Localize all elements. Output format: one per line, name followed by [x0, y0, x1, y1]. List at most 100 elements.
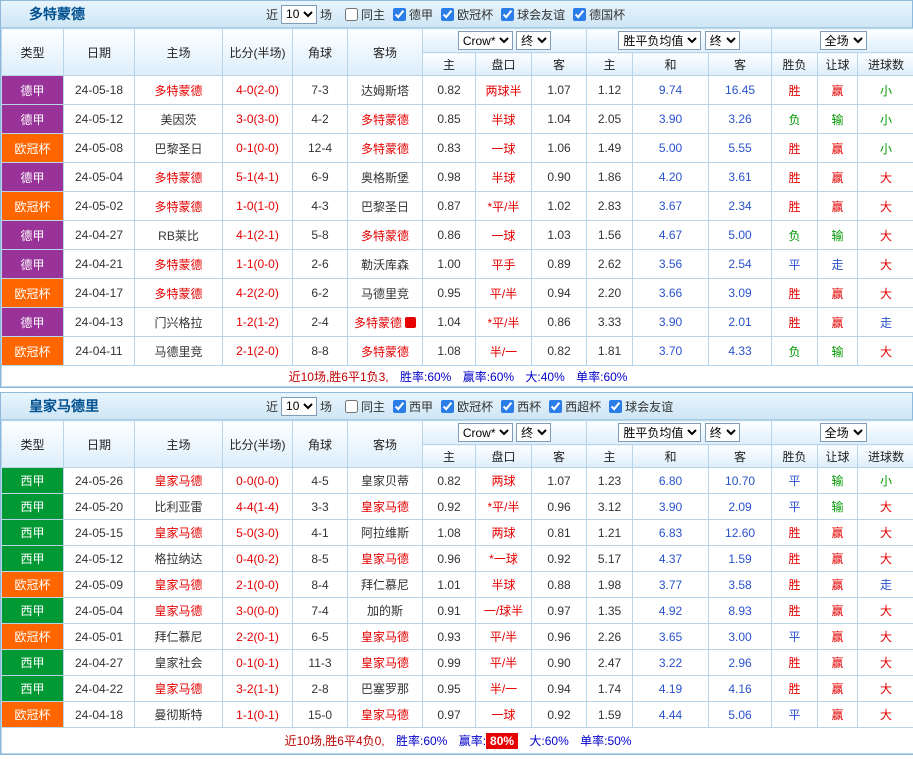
home-team[interactable]: 皇家马德	[135, 572, 223, 598]
match-score[interactable]: 3-0(0-0)	[223, 598, 293, 624]
filter-checkbox[interactable]	[573, 8, 586, 21]
filter-option[interactable]: 同主	[345, 6, 385, 23]
home-team[interactable]: 门兴格拉	[135, 308, 223, 337]
match-score[interactable]: 4-4(1-4)	[223, 494, 293, 520]
home-team[interactable]: 拜仁慕尼	[135, 624, 223, 650]
filter-option[interactable]: 同主	[345, 398, 385, 415]
match-score[interactable]: 2-1(0-0)	[223, 572, 293, 598]
match-score[interactable]: 1-1(0-0)	[223, 250, 293, 279]
home-team[interactable]: 美因茨	[135, 105, 223, 134]
filter-option[interactable]: 欧冠杯	[441, 398, 493, 415]
filter-option[interactable]: 球会友谊	[609, 398, 673, 415]
filter-option[interactable]: 欧冠杯	[441, 6, 493, 23]
filter-option[interactable]: 西超杯	[549, 398, 601, 415]
away-team[interactable]: 多特蒙德	[348, 134, 423, 163]
home-team[interactable]: 皇家马德	[135, 468, 223, 494]
match-score[interactable]: 0-0(0-0)	[223, 468, 293, 494]
away-team[interactable]: 多特蒙德	[348, 221, 423, 250]
home-team[interactable]: 曼彻斯特	[135, 702, 223, 728]
filter-option[interactable]: 德甲	[393, 6, 433, 23]
away-team[interactable]: 巴黎圣日	[348, 192, 423, 221]
home-team[interactable]: RB莱比	[135, 221, 223, 250]
filter-checkbox[interactable]	[609, 400, 622, 413]
filter-checkbox[interactable]	[549, 400, 562, 413]
away-team[interactable]: 拜仁慕尼	[348, 572, 423, 598]
match-score[interactable]: 3-2(1-1)	[223, 676, 293, 702]
match-score[interactable]: 1-2(1-2)	[223, 308, 293, 337]
away-team[interactable]: 多特蒙德	[348, 105, 423, 134]
match-score[interactable]: 3-0(3-0)	[223, 105, 293, 134]
away-team[interactable]: 皇家马德	[348, 494, 423, 520]
match-score[interactable]: 0-1(0-1)	[223, 650, 293, 676]
away-team[interactable]: 皇家贝蒂	[348, 468, 423, 494]
filter-checkbox[interactable]	[441, 400, 454, 413]
away-team[interactable]: 皇家马德	[348, 546, 423, 572]
europe-odds-select[interactable]: 胜平负均值	[618, 423, 701, 442]
period-select[interactable]: 全场	[820, 31, 867, 50]
filter-option[interactable]: 德国杯	[573, 6, 625, 23]
recent-games-select[interactable]: 10	[281, 5, 317, 24]
odds-final-select[interactable]: 终	[516, 31, 551, 50]
away-team[interactable]: 多特蒙德	[348, 337, 423, 366]
filter-checkbox[interactable]	[501, 400, 514, 413]
match-score[interactable]: 4-0(2-0)	[223, 76, 293, 105]
home-team[interactable]: 多特蒙德	[135, 279, 223, 308]
filter-option[interactable]: 西杯	[501, 398, 541, 415]
away-team[interactable]: 皇家马德	[348, 702, 423, 728]
europe-final-select[interactable]: 终	[705, 31, 740, 50]
home-team[interactable]: 多特蒙德	[135, 163, 223, 192]
home-team[interactable]: 皇家马德	[135, 598, 223, 624]
europe-odds-select[interactable]: 胜平负均值	[618, 31, 701, 50]
away-team[interactable]: 阿拉维斯	[348, 520, 423, 546]
europe-home-odds: 2.20	[587, 279, 633, 308]
home-team[interactable]: 皇家马德	[135, 520, 223, 546]
odds-company-select[interactable]: Crow*	[458, 423, 513, 442]
live-icon[interactable]	[405, 317, 416, 328]
filter-checkbox[interactable]	[345, 8, 358, 21]
home-team[interactable]: 皇家社会	[135, 650, 223, 676]
match-score[interactable]: 5-1(4-1)	[223, 163, 293, 192]
match-rows: 德甲24-05-18多特蒙德4-0(2-0)7-3达姆斯塔0.82两球半1.07…	[2, 76, 913, 366]
odds-company-select[interactable]: Crow*	[458, 31, 513, 50]
period-select[interactable]: 全场	[820, 423, 867, 442]
match-score[interactable]: 1-1(0-1)	[223, 702, 293, 728]
match-score[interactable]: 4-2(2-0)	[223, 279, 293, 308]
match-score[interactable]: 2-2(0-1)	[223, 624, 293, 650]
match-score[interactable]: 4-1(2-1)	[223, 221, 293, 250]
home-team[interactable]: 多特蒙德	[135, 192, 223, 221]
home-team[interactable]: 比利亚雷	[135, 494, 223, 520]
league-badge: 欧冠杯	[2, 134, 64, 163]
away-team[interactable]: 勒沃库森	[348, 250, 423, 279]
match-score[interactable]: 0-4(0-2)	[223, 546, 293, 572]
away-team[interactable]: 多特蒙德	[348, 308, 423, 337]
home-team[interactable]: 马德里竞	[135, 337, 223, 366]
home-team[interactable]: 巴黎圣日	[135, 134, 223, 163]
away-team[interactable]: 加的斯	[348, 598, 423, 624]
match-score[interactable]: 2-1(2-0)	[223, 337, 293, 366]
away-team[interactable]: 马德里竞	[348, 279, 423, 308]
home-team[interactable]: 皇家马德	[135, 676, 223, 702]
home-team[interactable]: 多特蒙德	[135, 76, 223, 105]
recent-games-select[interactable]: 10	[281, 397, 317, 416]
away-team[interactable]: 皇家马德	[348, 650, 423, 676]
match-score[interactable]: 5-0(3-0)	[223, 520, 293, 546]
match-score[interactable]: 1-0(1-0)	[223, 192, 293, 221]
home-team[interactable]: 格拉纳达	[135, 546, 223, 572]
europe-final-select[interactable]: 终	[705, 423, 740, 442]
away-team[interactable]: 达姆斯塔	[348, 76, 423, 105]
match-date: 24-05-18	[64, 76, 135, 105]
col-date: 日期	[64, 29, 135, 76]
filter-option[interactable]: 球会友谊	[501, 6, 565, 23]
filter-checkbox[interactable]	[441, 8, 454, 21]
odds-final-select[interactable]: 终	[516, 423, 551, 442]
away-team[interactable]: 巴塞罗那	[348, 676, 423, 702]
home-team[interactable]: 多特蒙德	[135, 250, 223, 279]
filter-checkbox[interactable]	[393, 400, 406, 413]
away-team[interactable]: 奥格斯堡	[348, 163, 423, 192]
away-team[interactable]: 皇家马德	[348, 624, 423, 650]
filter-checkbox[interactable]	[345, 400, 358, 413]
filter-checkbox[interactable]	[393, 8, 406, 21]
filter-option[interactable]: 西甲	[393, 398, 433, 415]
filter-checkbox[interactable]	[501, 8, 514, 21]
match-score[interactable]: 0-1(0-0)	[223, 134, 293, 163]
